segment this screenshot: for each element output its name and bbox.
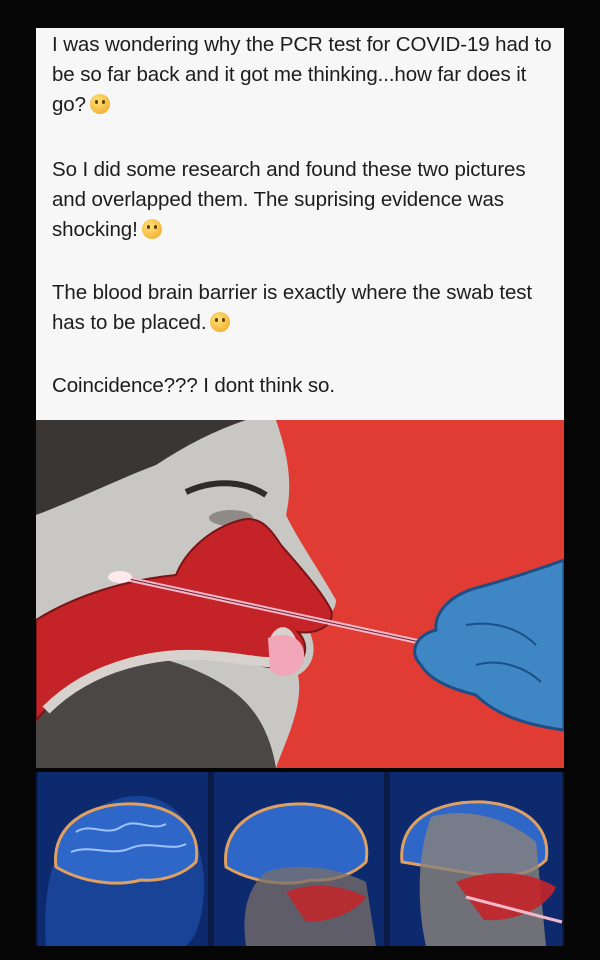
post-paragraph-1: I was wondering why the PCR test for COV… — [52, 30, 552, 120]
swab-test-illustration — [36, 420, 564, 768]
brain-panel-3 — [390, 772, 563, 946]
swab-tip — [108, 571, 132, 583]
thinking-face-emoji-icon — [89, 94, 110, 114]
brain-panel-1 — [38, 772, 208, 946]
post-text-card: I was wondering why the PCR test for COV… — [36, 28, 564, 420]
post-paragraph-4: Coincidence??? I dont think so. — [52, 374, 335, 397]
post-paragraph-2-text: So I did some research and found these t… — [52, 158, 526, 241]
brain-overlay-strip — [36, 772, 564, 946]
post-paragraph-3: The blood brain barrier is exactly where… — [52, 278, 552, 338]
post-paragraph-2: So I did some research and found these t… — [52, 155, 552, 245]
post-paragraph-1-text: I was wondering why the PCR test for COV… — [52, 33, 552, 116]
worried-face-emoji-icon — [210, 312, 231, 332]
astonished-face-emoji-icon — [141, 219, 162, 239]
brain-panel-2 — [214, 772, 384, 946]
post-paragraph-3-text: The blood brain barrier is exactly where… — [52, 281, 533, 334]
